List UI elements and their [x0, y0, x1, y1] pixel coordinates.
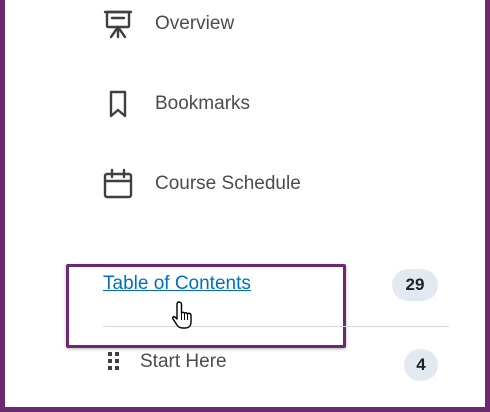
- nav-item-bookmarks[interactable]: Bookmarks: [101, 87, 250, 121]
- table-of-contents-link[interactable]: Table of Contents: [103, 273, 251, 295]
- module-label: Start Here: [140, 351, 227, 372]
- calendar-icon: [103, 168, 133, 199]
- nav-item-label: Bookmarks: [155, 93, 251, 114]
- nav-item-label: Overview: [155, 13, 235, 34]
- nav-item-label: Course Schedule: [155, 173, 301, 194]
- nav-item-course-schedule[interactable]: Course Schedule: [101, 167, 301, 201]
- bookmark-icon: [109, 90, 127, 118]
- hand-pointer-cursor-icon: [171, 301, 192, 329]
- toc-count-badge: 29: [392, 269, 438, 301]
- module-count-badge: 4: [404, 349, 438, 381]
- divider: [103, 326, 449, 327]
- module-start-here[interactable]: Start Here: [107, 349, 227, 375]
- nav-item-overview[interactable]: Overview: [101, 7, 234, 41]
- drag-handle-icon[interactable]: [107, 349, 121, 375]
- presentation-board-icon: [103, 10, 133, 39]
